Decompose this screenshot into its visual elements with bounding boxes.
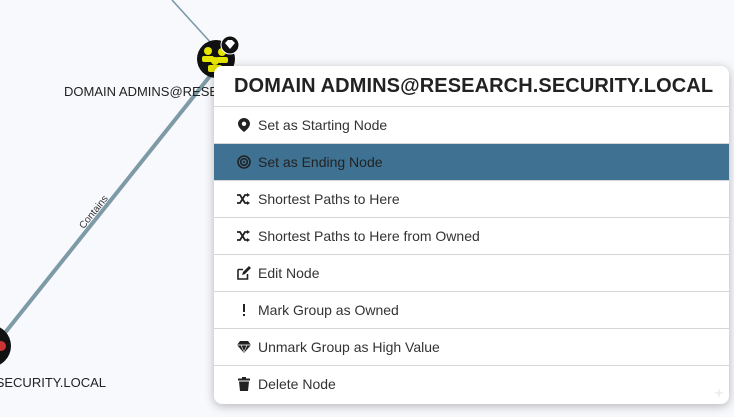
random-icon [236,191,252,207]
domain-node-label: SECURITY.LOCAL [0,375,106,390]
menu-item-set-starting-node[interactable]: Set as Starting Node [214,106,729,143]
random-icon [236,228,252,244]
menu-item-set-ending-node[interactable]: Set as Ending Node [214,143,729,180]
menu-title: DOMAIN ADMINS@RESEARCH.SECURITY.LOCAL [234,74,714,97]
high-value-diamond-icon [220,35,240,55]
menu-item-label: Shortest Paths to Here from Owned [258,228,480,244]
menu-item-shortest-paths-to-here[interactable]: Shortest Paths to Here [214,180,729,217]
gem-icon [236,339,252,355]
graph-edge-top [171,0,213,45]
menu-item-edit-node[interactable]: Edit Node [214,254,729,291]
menu-item-label: Shortest Paths to Here [258,191,400,207]
menu-item-label: Unmark Group as High Value [258,339,440,355]
menu-item-label: Set as Starting Node [258,117,388,133]
menu-item-unmark-high-value[interactable]: Unmark Group as High Value [214,328,729,365]
node-context-menu: DOMAIN ADMINS@RESEARCH.SECURITY.LOCAL Se… [214,66,729,404]
menu-item-label: Delete Node [258,376,336,392]
bullseye-icon [236,154,252,170]
exclamation-icon [236,302,252,318]
menu-item-label: Edit Node [258,265,320,281]
edit-icon [236,265,252,281]
plus-icon [715,384,723,397]
menu-item-label: Set as Ending Node [258,154,383,170]
menu-item-mark-owned[interactable]: Mark Group as Owned [214,291,729,328]
trash-icon [236,376,252,392]
edge-label: Contains [77,194,110,232]
menu-item-delete-node[interactable]: Delete Node [214,365,729,402]
menu-item-shortest-paths-from-owned[interactable]: Shortest Paths to Here from Owned [214,217,729,254]
menu-item-label: Mark Group as Owned [258,302,399,318]
map-marker-icon [236,117,252,133]
